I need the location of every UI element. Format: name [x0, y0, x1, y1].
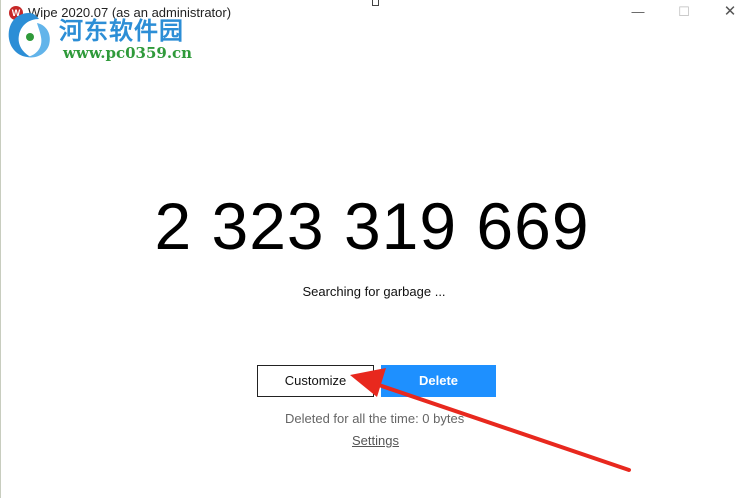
pc0359-logo-icon — [8, 13, 50, 58]
watermark-site-url: www.pc0359.cn — [63, 44, 193, 62]
status-text: Searching for garbage ... — [302, 284, 446, 299]
maximize-button[interactable]: ☐ — [661, 0, 707, 26]
grip-handle-icon — [372, 0, 379, 6]
site-watermark: 河东软件园 www.pc0359.cn — [3, 3, 203, 65]
minimize-button[interactable]: — — [615, 0, 661, 26]
deleted-total-text: Deleted for all the time: 0 bytes — [285, 411, 465, 426]
close-button[interactable]: ✕ — [707, 0, 743, 26]
delete-button[interactable]: Delete — [381, 365, 496, 397]
garbage-counter: 2 323 319 669 — [154, 189, 590, 263]
settings-link[interactable]: Settings — [352, 433, 399, 448]
customize-button[interactable]: Customize — [257, 365, 374, 397]
watermark-site-name: 河东软件园 — [59, 16, 184, 45]
app-window: W Wipe 2020.07 (as an administrator) — ☐… — [0, 0, 743, 498]
